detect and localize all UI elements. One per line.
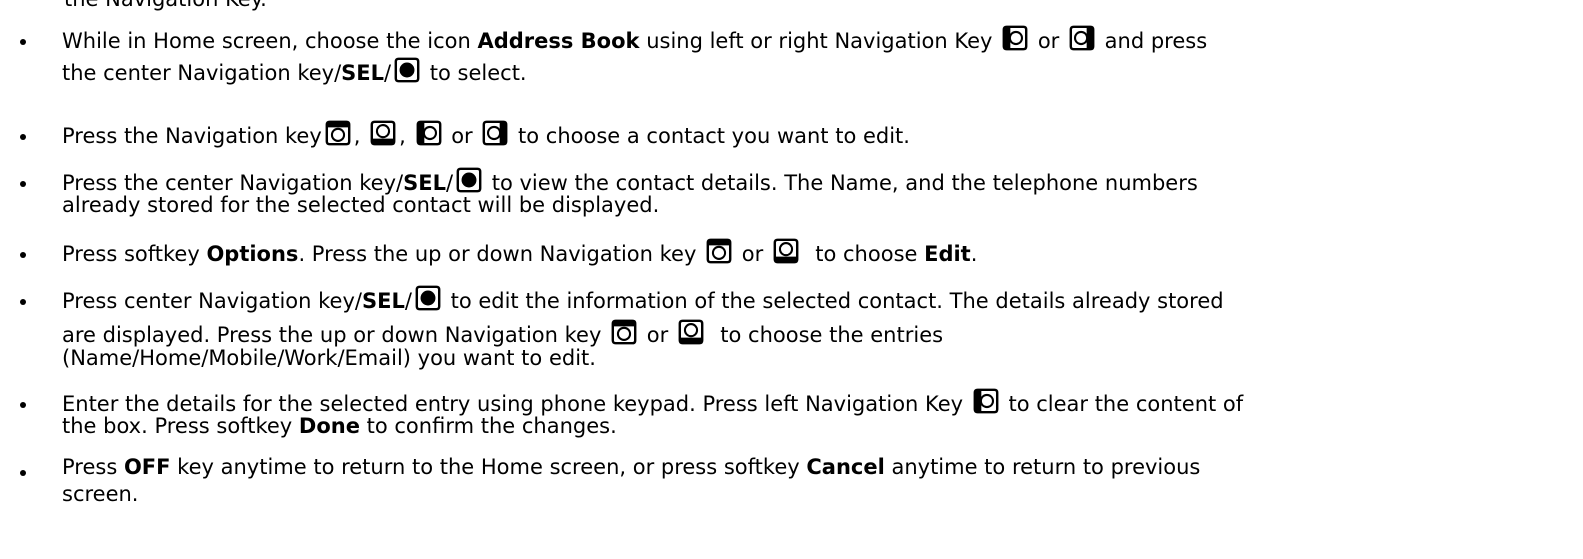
nav-down-key-icon [772,237,800,265]
bullet [20,402,26,408]
step-text-continued: already stored for the selected contact … [62,193,660,217]
nav-center-key-icon [393,56,421,84]
nav-center-key-icon [414,284,442,312]
previous-line-fragment: the Navigation Key. [64,0,267,10]
step-text: Press the Navigation key, , or to choose… [62,119,1578,149]
nav-right-key-icon [481,119,509,147]
bullet [20,181,26,187]
step-text-continued: screen. [62,482,139,506]
nav-up-key-icon [610,318,638,346]
nav-down-key-icon [369,119,397,147]
bullet [20,299,26,305]
nav-left-key-icon [415,119,443,147]
step-text-continued: (Name/Home/Mobile/Work/Email) you want t… [62,346,596,370]
step-text: Press the center Navigation key/SEL/ to … [62,166,1578,196]
bullet [20,470,26,476]
bullet [20,39,26,45]
step-text: Press OFF key anytime to return to the H… [62,455,1201,479]
bullet [20,252,26,258]
step-text: Enter the details for the selected entry… [62,387,1578,417]
nav-center-key-icon [455,166,483,194]
step-text: Press softkey Options. Press the up or d… [62,237,1578,267]
step-text-continued: are displayed. Press the up or down Navi… [62,318,1578,348]
nav-up-key-icon [324,119,352,147]
step-text: While in Home screen, choose the icon Ad… [62,24,1578,54]
nav-right-key-icon [1068,24,1096,52]
step-text-continued: the box. Press softkey Done to confirm t… [62,414,617,438]
nav-left-key-icon [972,387,1000,415]
nav-left-key-icon [1001,24,1029,52]
step-text: Press center Navigation key/SEL/ to edit… [62,284,1578,314]
step-text-continued: the center Navigation key/SEL/ to select… [62,56,1578,86]
bullet [20,134,26,140]
nav-up-key-icon [705,237,733,265]
nav-down-key-icon [677,318,705,346]
